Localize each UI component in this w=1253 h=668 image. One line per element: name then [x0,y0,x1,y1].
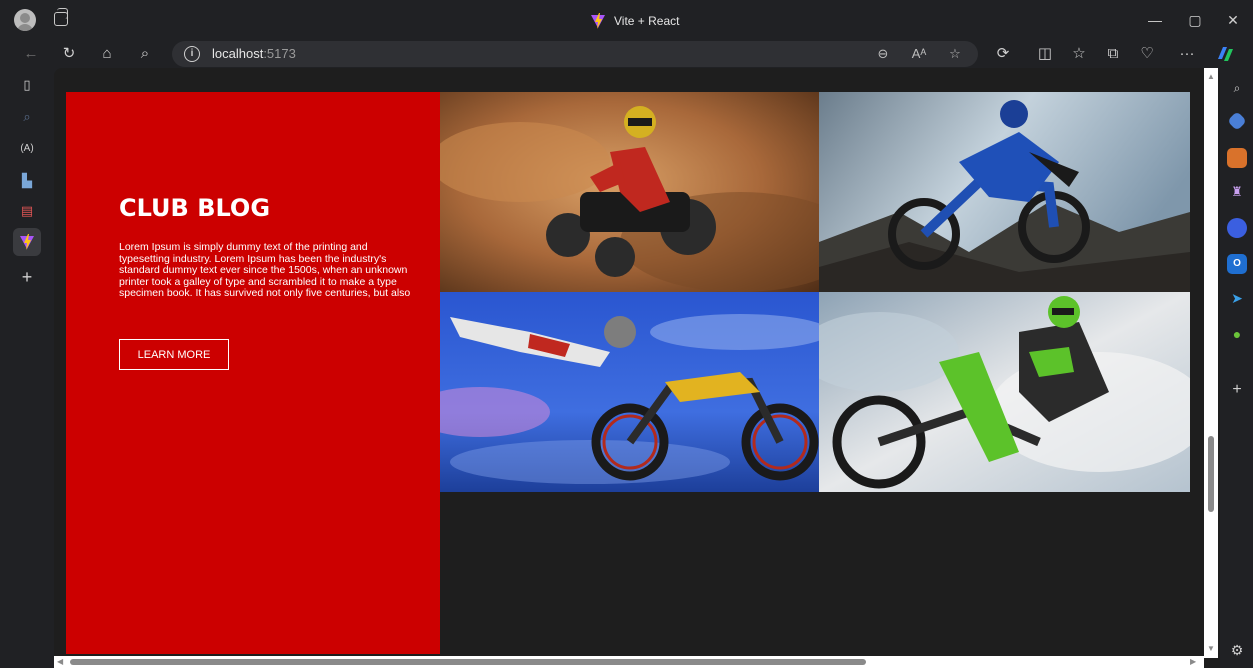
scroll-left-arrow-icon[interactable]: ◀ [57,656,63,668]
sidebar-settings-gear-icon[interactable]: ⚙ [1227,640,1247,660]
url-text[interactable]: localhost:5173 [212,46,296,61]
active-tab[interactable]: Vite + React [590,11,679,31]
vertical-scrollbar[interactable]: ▲ ▼ [1204,68,1218,658]
reload-button[interactable]: ↻ [56,42,82,66]
title-bar: Vite + React — ▢ ✕ [0,0,1253,40]
profile-avatar-icon[interactable] [14,9,36,31]
address-bar[interactable]: i localhost:5173 ⊖ Aᴬ ☆ [172,41,978,67]
tab-title: Vite + React [614,14,680,28]
close-button[interactable]: ✕ [1218,10,1248,30]
telegram-icon[interactable]: ➤ [1227,288,1247,308]
copilot-sidebar-icon[interactable] [1227,218,1247,238]
scroll-up-arrow-icon[interactable]: ▲ [1207,72,1215,81]
collections-icon[interactable]: ⧉ [1100,42,1126,66]
browser-window: Vite + React — ▢ ✕ ← ↻ ⌂ ⌕ i localhost:5… [0,0,1253,668]
left-sidebar: ▯ ⌕ (A) ▙ ▤ + [0,68,54,668]
read-aloud-icon[interactable]: Aᴬ [908,44,930,64]
more-menu-icon[interactable]: ··· [1174,42,1200,66]
tools-briefcase-icon[interactable] [1227,148,1247,168]
right-sidebar: ⌕ ♜ O ➤ ● + ⚙ [1220,68,1253,668]
outlook-icon[interactable]: O [1227,254,1247,274]
page-viewport: CLUB BLOG Lorem Ipsum is simply dummy te… [54,68,1220,668]
horizontal-scroll-thumb[interactable] [70,659,866,665]
pdf-tab-icon[interactable]: ▤ [16,200,38,222]
horizontal-scrollbar[interactable]: ◀ ▶ [54,656,1204,668]
files-tab-icon[interactable]: ▙ [16,170,38,192]
page-content: CLUB BLOG Lorem Ipsum is simply dummy te… [66,92,1190,654]
workspaces-icon[interactable] [54,8,68,26]
site-info-icon[interactable]: i [184,46,200,62]
shopping-tag-icon[interactable] [1227,111,1247,131]
split-screen-icon[interactable]: ◫ [1032,42,1058,66]
tab-actions-icon[interactable]: ▯ [16,74,38,96]
back-button[interactable]: ← [18,42,44,66]
minimize-button[interactable]: — [1140,10,1170,30]
gallery-image-blue-rider [819,92,1190,292]
gallery-image-freestyle-jump [440,292,819,492]
scroll-right-arrow-icon[interactable]: ▶ [1190,656,1196,668]
vertical-scroll-thumb[interactable] [1208,436,1214,512]
zoom-icon[interactable]: ⊖ [872,44,894,64]
vite-tab-icon[interactable] [16,231,38,253]
browser-toolbar: ← ↻ ⌂ ⌕ i localhost:5173 ⊖ Aᴬ ☆ ⟳ ◫ ☆ ⧉ … [0,40,1253,68]
drop-icon[interactable]: ● [1227,324,1247,344]
search-button[interactable]: ⌕ [132,42,158,66]
new-tab-icon[interactable]: + [16,266,38,288]
gallery-image-atv [440,92,819,292]
browser-essentials-icon[interactable]: ♡ [1134,42,1160,66]
extensions-icon[interactable]: ⟳ [990,42,1016,66]
page-title: CLUB BLOG [119,194,271,222]
gallery-image-green-rider [819,292,1190,492]
copilot-icon[interactable] [1212,42,1238,66]
hero-description: Lorem Ipsum is simply dummy text of the … [119,241,411,299]
add-sidebar-app-icon[interactable]: + [1227,380,1247,400]
favorite-star-icon[interactable]: ☆ [944,44,966,64]
search-tab-icon[interactable]: ⌕ [16,106,38,128]
scroll-down-arrow-icon[interactable]: ▼ [1207,644,1215,653]
favorites-icon[interactable]: ☆ [1066,42,1092,66]
learn-more-button[interactable]: LEARN MORE [119,339,229,370]
hero-panel: CLUB BLOG Lorem Ipsum is simply dummy te… [66,92,440,654]
home-button[interactable]: ⌂ [94,42,120,66]
games-icon[interactable]: ♜ [1227,182,1247,202]
sidebar-search-icon[interactable]: ⌕ [1227,78,1247,98]
vite-logo-icon [590,13,606,29]
maximize-button[interactable]: ▢ [1180,10,1210,30]
translate-icon[interactable]: (A) [16,138,38,160]
